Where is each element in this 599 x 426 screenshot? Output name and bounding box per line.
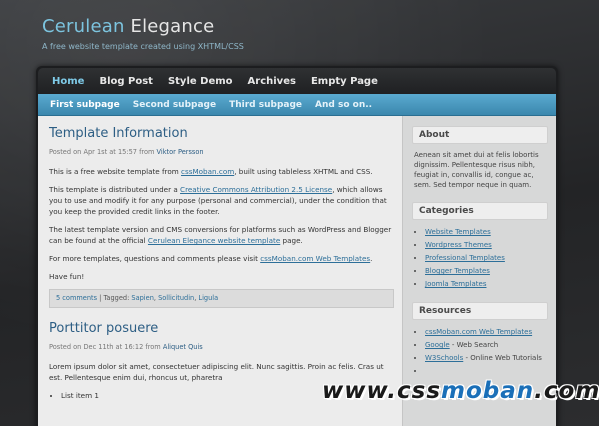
nav-item-empty-page[interactable]: Empty Page <box>311 76 378 87</box>
list-item: Joomla Templates <box>425 278 548 291</box>
resource-desc: - Online Web Tutorials <box>463 354 542 362</box>
comments-link[interactable]: 5 comments <box>56 294 97 302</box>
category-link[interactable]: Professional Templates <box>425 254 505 262</box>
license-link[interactable]: Creative Commons Attribution 2.5 License <box>180 185 332 194</box>
nav-item-home[interactable]: Home <box>52 76 84 87</box>
resource-link[interactable]: Google <box>425 341 450 349</box>
list-item: W3Schools - Online Web Tutorials <box>425 352 548 365</box>
post-meta-prefix: Posted on Apr 1st at 15:57 from <box>49 148 157 156</box>
post-meta: Posted on Dec 11th at 16:12 from Aliquet… <box>49 342 394 353</box>
post-footer: 5 comments | Tagged: Sapien, Sollicitudi… <box>49 289 394 308</box>
text: This is a free website template from <box>49 167 182 176</box>
tagged-label: | Tagged: <box>97 294 132 302</box>
about-text: Aenean sit amet dui at felis lobortis di… <box>414 151 539 189</box>
list-item: Wordpress Themes <box>425 239 548 252</box>
tag-link[interactable]: Ligula <box>198 294 218 302</box>
nav-item-blog-post[interactable]: Blog Post <box>99 76 153 87</box>
categories-list: Website Templates Wordpress Themes Profe… <box>412 226 548 291</box>
cssmoban-link[interactable]: cssMoban.com <box>181 167 234 176</box>
post-paragraph: This is a free website template from css… <box>49 166 394 177</box>
tag-link[interactable]: Sapien <box>131 294 153 302</box>
text: , built using tableless XHTML and CSS. <box>234 167 373 176</box>
post-author[interactable]: Viktor Persson <box>157 148 204 156</box>
subnav-item-third[interactable]: Third subpage <box>229 100 302 110</box>
site-tagline: A free website template created using XH… <box>42 42 244 51</box>
post-paragraph: Have fun! <box>49 272 85 281</box>
post-title[interactable]: Porttitor posuere <box>49 320 394 338</box>
list-item: List item 1 <box>61 390 394 401</box>
sidebar: About Aenean sit amet dui at felis lobor… <box>402 116 556 426</box>
sub-nav: First subpage Second subpage Third subpa… <box>38 94 556 116</box>
list-item: Blogger Templates <box>425 265 548 278</box>
nav-item-archives[interactable]: Archives <box>248 76 296 87</box>
text: For more templates, questions and commen… <box>49 254 261 263</box>
resource-link[interactable]: cssMoban.com Web Templates <box>425 328 532 336</box>
text: . <box>370 254 373 263</box>
nav-item-style-demo[interactable]: Style Demo <box>168 76 233 87</box>
post-title[interactable]: Template Information <box>49 125 394 143</box>
category-link[interactable]: Website Templates <box>425 228 491 236</box>
post-paragraph: This template is distributed under a Cre… <box>49 184 394 217</box>
text: page. <box>280 236 303 245</box>
post-paragraph: For more templates, questions and commen… <box>49 253 394 264</box>
template-page-link[interactable]: Cerulean Elegance website template <box>148 236 280 245</box>
category-link[interactable]: Wordpress Themes <box>425 241 492 249</box>
main-content: Template Information Posted on Apr 1st a… <box>38 116 402 426</box>
site-header: Cerulean Elegance A free website templat… <box>42 16 244 51</box>
main-nav: Home Blog Post Style Demo Archives Empty… <box>38 68 556 94</box>
web-templates-link[interactable]: cssMoban.com Web Templates <box>260 254 370 263</box>
list-item: Website Templates <box>425 226 548 239</box>
post-meta-prefix: Posted on Dec 11th at 16:12 from <box>49 343 163 351</box>
post-author[interactable]: Aliquet Quis <box>163 343 203 351</box>
post-list: List item 1 <box>49 390 394 401</box>
categories-heading: Categories <box>412 202 548 220</box>
post-meta: Posted on Apr 1st at 15:57 from Viktor P… <box>49 147 394 158</box>
category-link[interactable]: Joomla Templates <box>425 280 487 288</box>
text: This template is distributed under a <box>49 185 181 194</box>
post-paragraph: The latest template version and CMS conv… <box>49 224 394 246</box>
resource-desc: - Web Search <box>449 341 499 349</box>
site-title-rest: Elegance <box>124 16 215 37</box>
resource-link[interactable]: W3Schools <box>425 354 463 362</box>
list-item: cssMoban.com Web Templates <box>425 326 548 339</box>
subnav-item-first[interactable]: First subpage <box>50 100 120 110</box>
post-porttitor-posuere: Porttitor posuere Posted on Dec 11th at … <box>49 320 394 401</box>
tag-link[interactable]: Sollicitudin <box>158 294 194 302</box>
subnav-item-second[interactable]: Second subpage <box>133 100 216 110</box>
resources-list: cssMoban.com Web Templates Google - Web … <box>412 326 548 378</box>
list-item: Professional Templates <box>425 252 548 265</box>
site-title-accent: Cerulean <box>42 16 125 37</box>
site-title[interactable]: Cerulean Elegance <box>42 16 244 37</box>
list-item <box>425 365 548 378</box>
list-item: Google - Web Search <box>425 339 548 352</box>
post-template-information: Template Information Posted on Apr 1st a… <box>49 125 394 308</box>
subnav-item-and-so-on[interactable]: And so on.. <box>315 100 372 110</box>
about-heading: About <box>412 126 548 144</box>
category-link[interactable]: Blogger Templates <box>425 267 490 275</box>
resources-heading: Resources <box>412 302 548 320</box>
post-paragraph: Lorem ipsum dolor sit amet, consectetuer… <box>49 362 384 382</box>
